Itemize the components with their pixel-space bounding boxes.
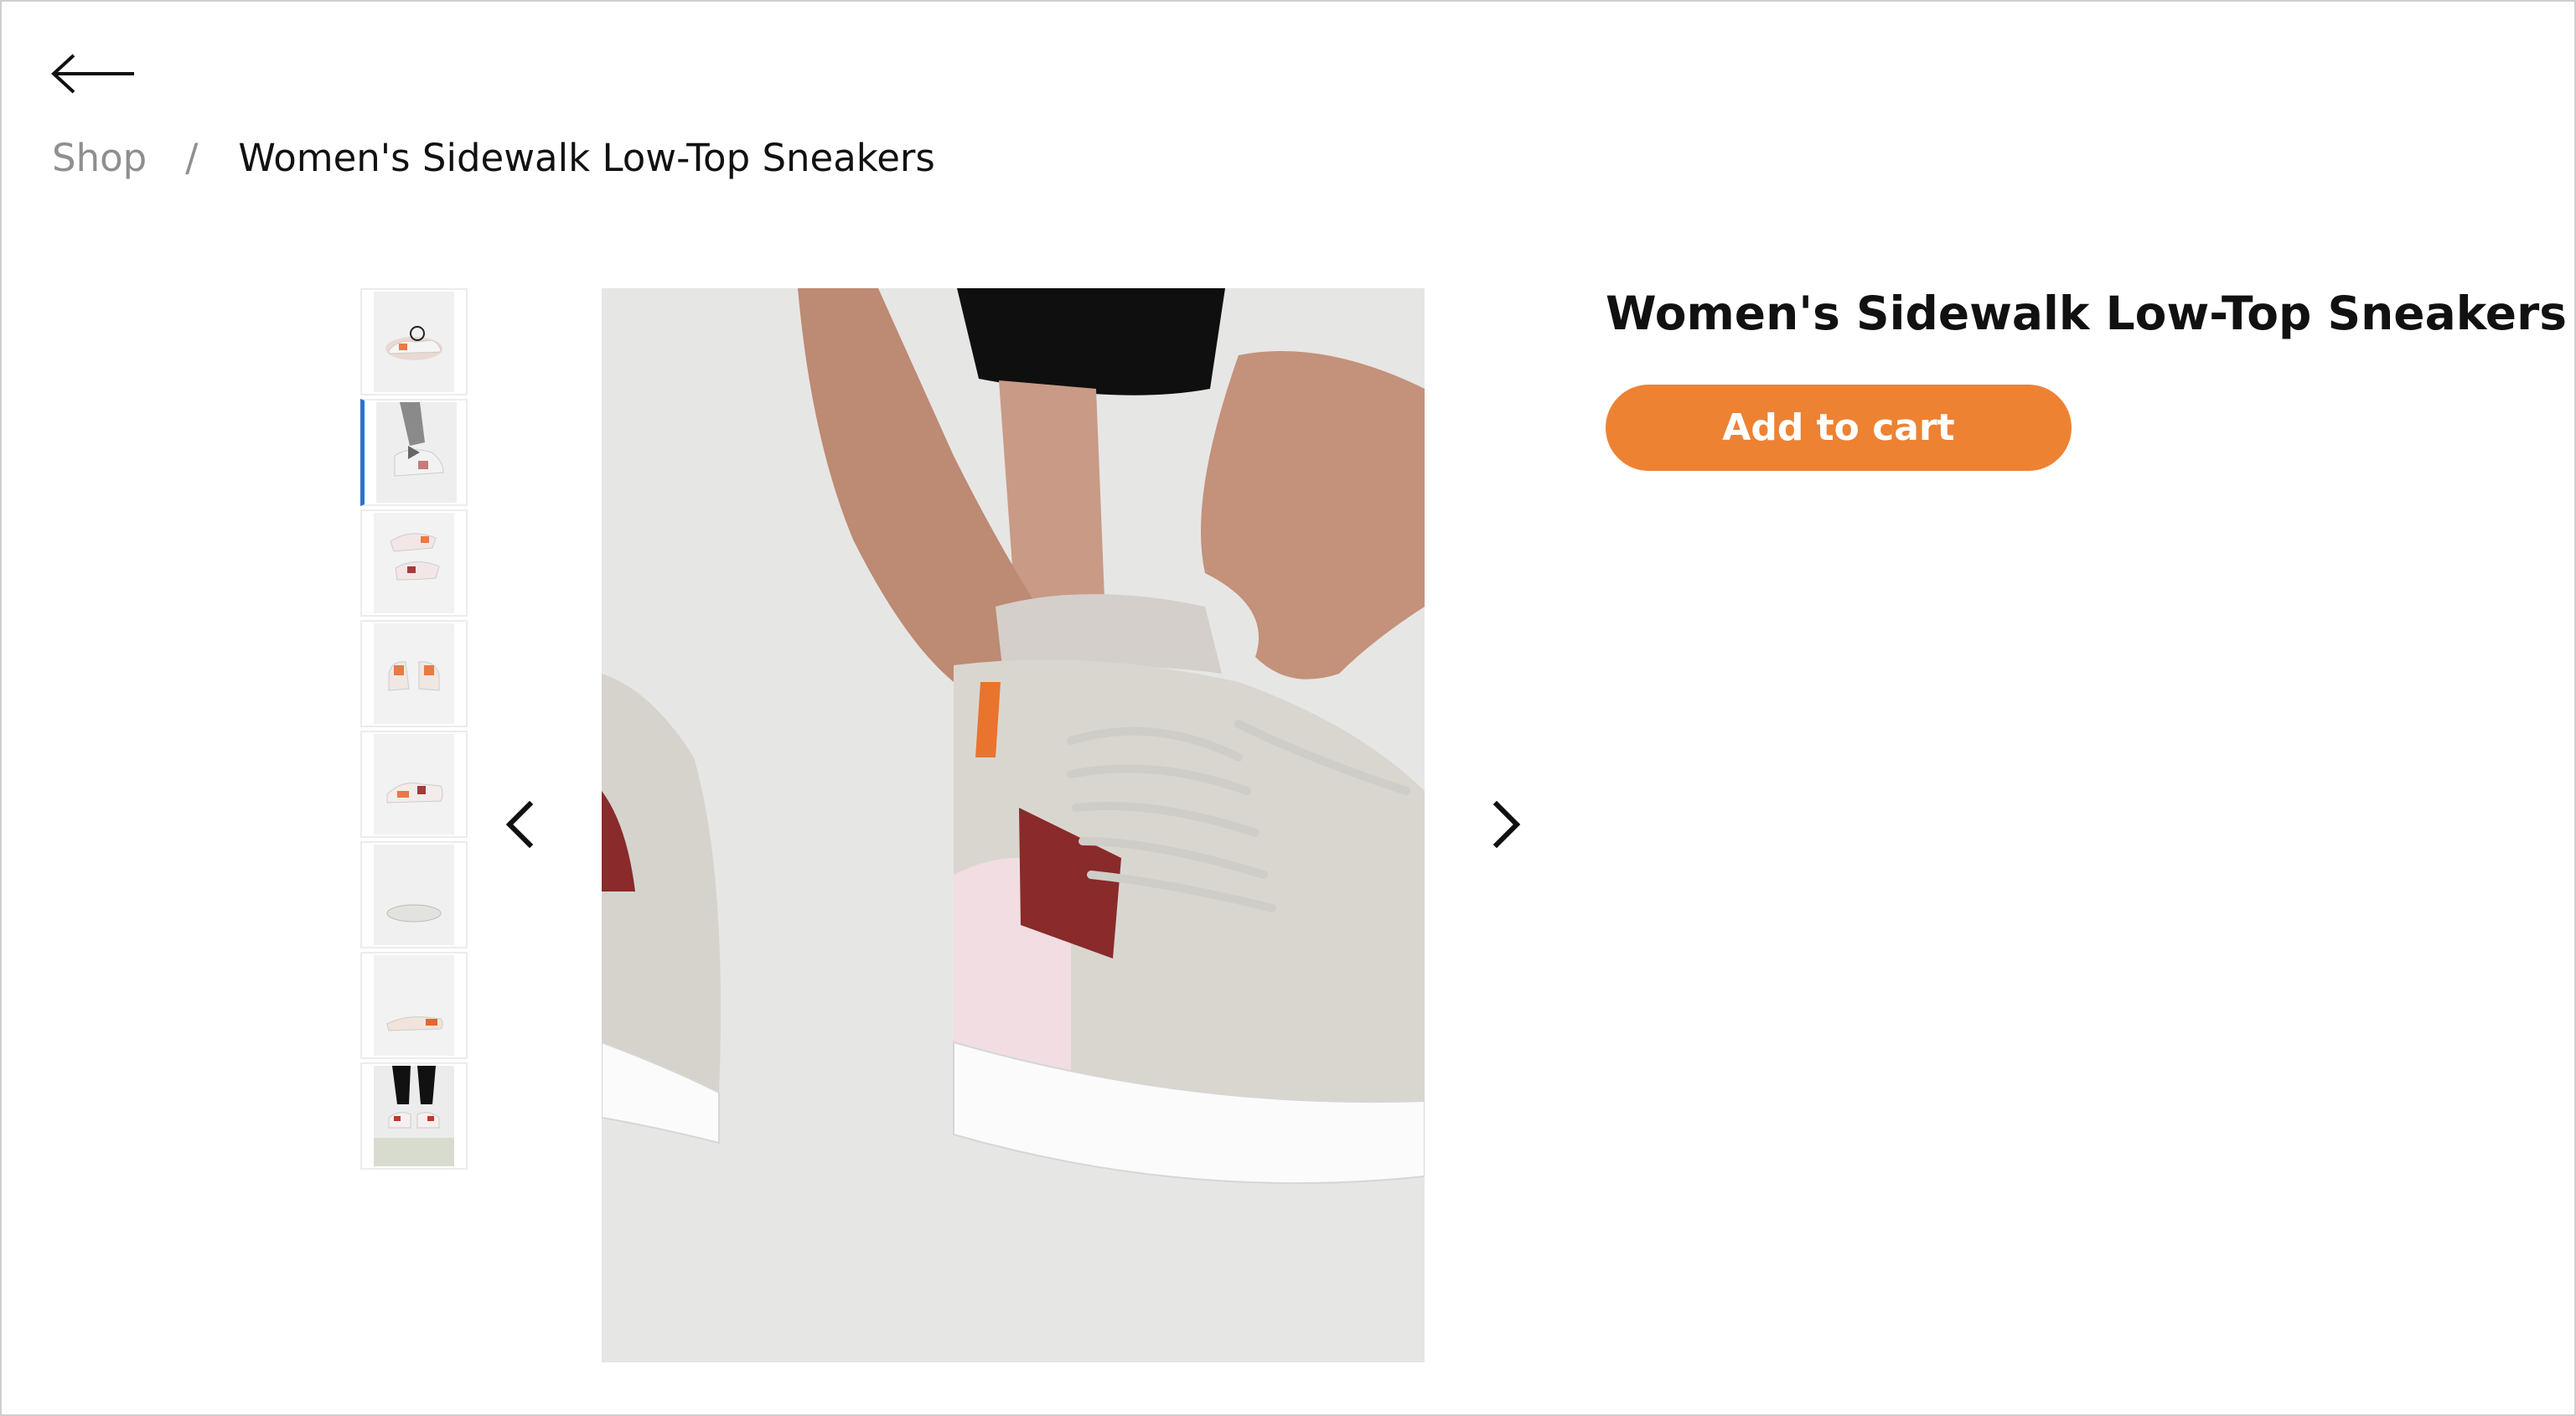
thumbnail-6[interactable] (360, 841, 468, 948)
back-button[interactable] (50, 52, 137, 96)
sneaker-lacing-image (602, 288, 1425, 1362)
sneaker-top-thumbnail (374, 955, 454, 1056)
sneaker-worn-thumbnail (374, 1066, 454, 1166)
next-image-button[interactable] (1480, 791, 1530, 858)
breadcrumb: Shop / Women's Sidewalk Low-Top Sneakers (52, 134, 935, 181)
add-to-cart-button[interactable]: Add to cart (1606, 385, 2072, 471)
chevron-right-icon (1492, 800, 1521, 849)
sneaker-sole-thumbnail (374, 845, 454, 945)
thumbnail-8[interactable] (360, 1062, 468, 1170)
sneaker-pair-thumbnail (374, 513, 454, 613)
sneaker-angle-thumbnail (374, 734, 454, 835)
product-title: Women's Sidewalk Low-Top Sneakers (1606, 287, 2567, 340)
thumbnail-2[interactable] (360, 399, 468, 506)
breadcrumb-shop-link[interactable]: Shop (52, 136, 147, 180)
arrow-left-icon (51, 54, 134, 94)
thumbnail-list (360, 288, 469, 1173)
thumbnail-3[interactable] (360, 509, 468, 617)
breadcrumb-current: Women's Sidewalk Low-Top Sneakers (238, 135, 935, 180)
chevron-left-icon (505, 800, 534, 849)
thumbnail-1[interactable] (360, 288, 468, 395)
main-product-image (602, 288, 1425, 1362)
sneaker-side-thumbnail (374, 292, 454, 392)
sneaker-back-thumbnail (374, 623, 454, 724)
video-play-thumbnail (376, 402, 457, 503)
breadcrumb-separator: / (185, 135, 199, 180)
thumbnail-5[interactable] (360, 731, 468, 838)
thumbnail-4[interactable] (360, 620, 468, 727)
previous-image-button[interactable] (496, 791, 546, 858)
thumbnail-7[interactable] (360, 952, 468, 1059)
